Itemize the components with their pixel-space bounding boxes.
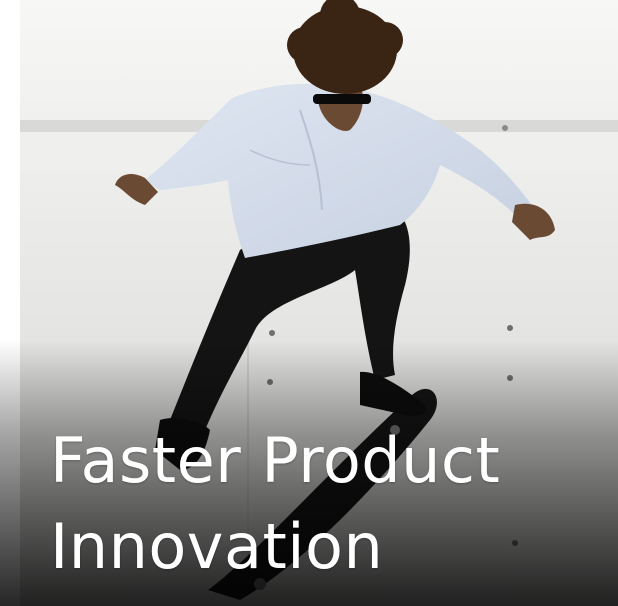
hero-title: Faster Product Innovation — [50, 418, 610, 590]
hero-title-line-2: Innovation — [50, 510, 384, 583]
hero-title-line-1: Faster Product — [50, 424, 501, 497]
hero-card[interactable]: Faster Product Innovation — [0, 0, 618, 606]
